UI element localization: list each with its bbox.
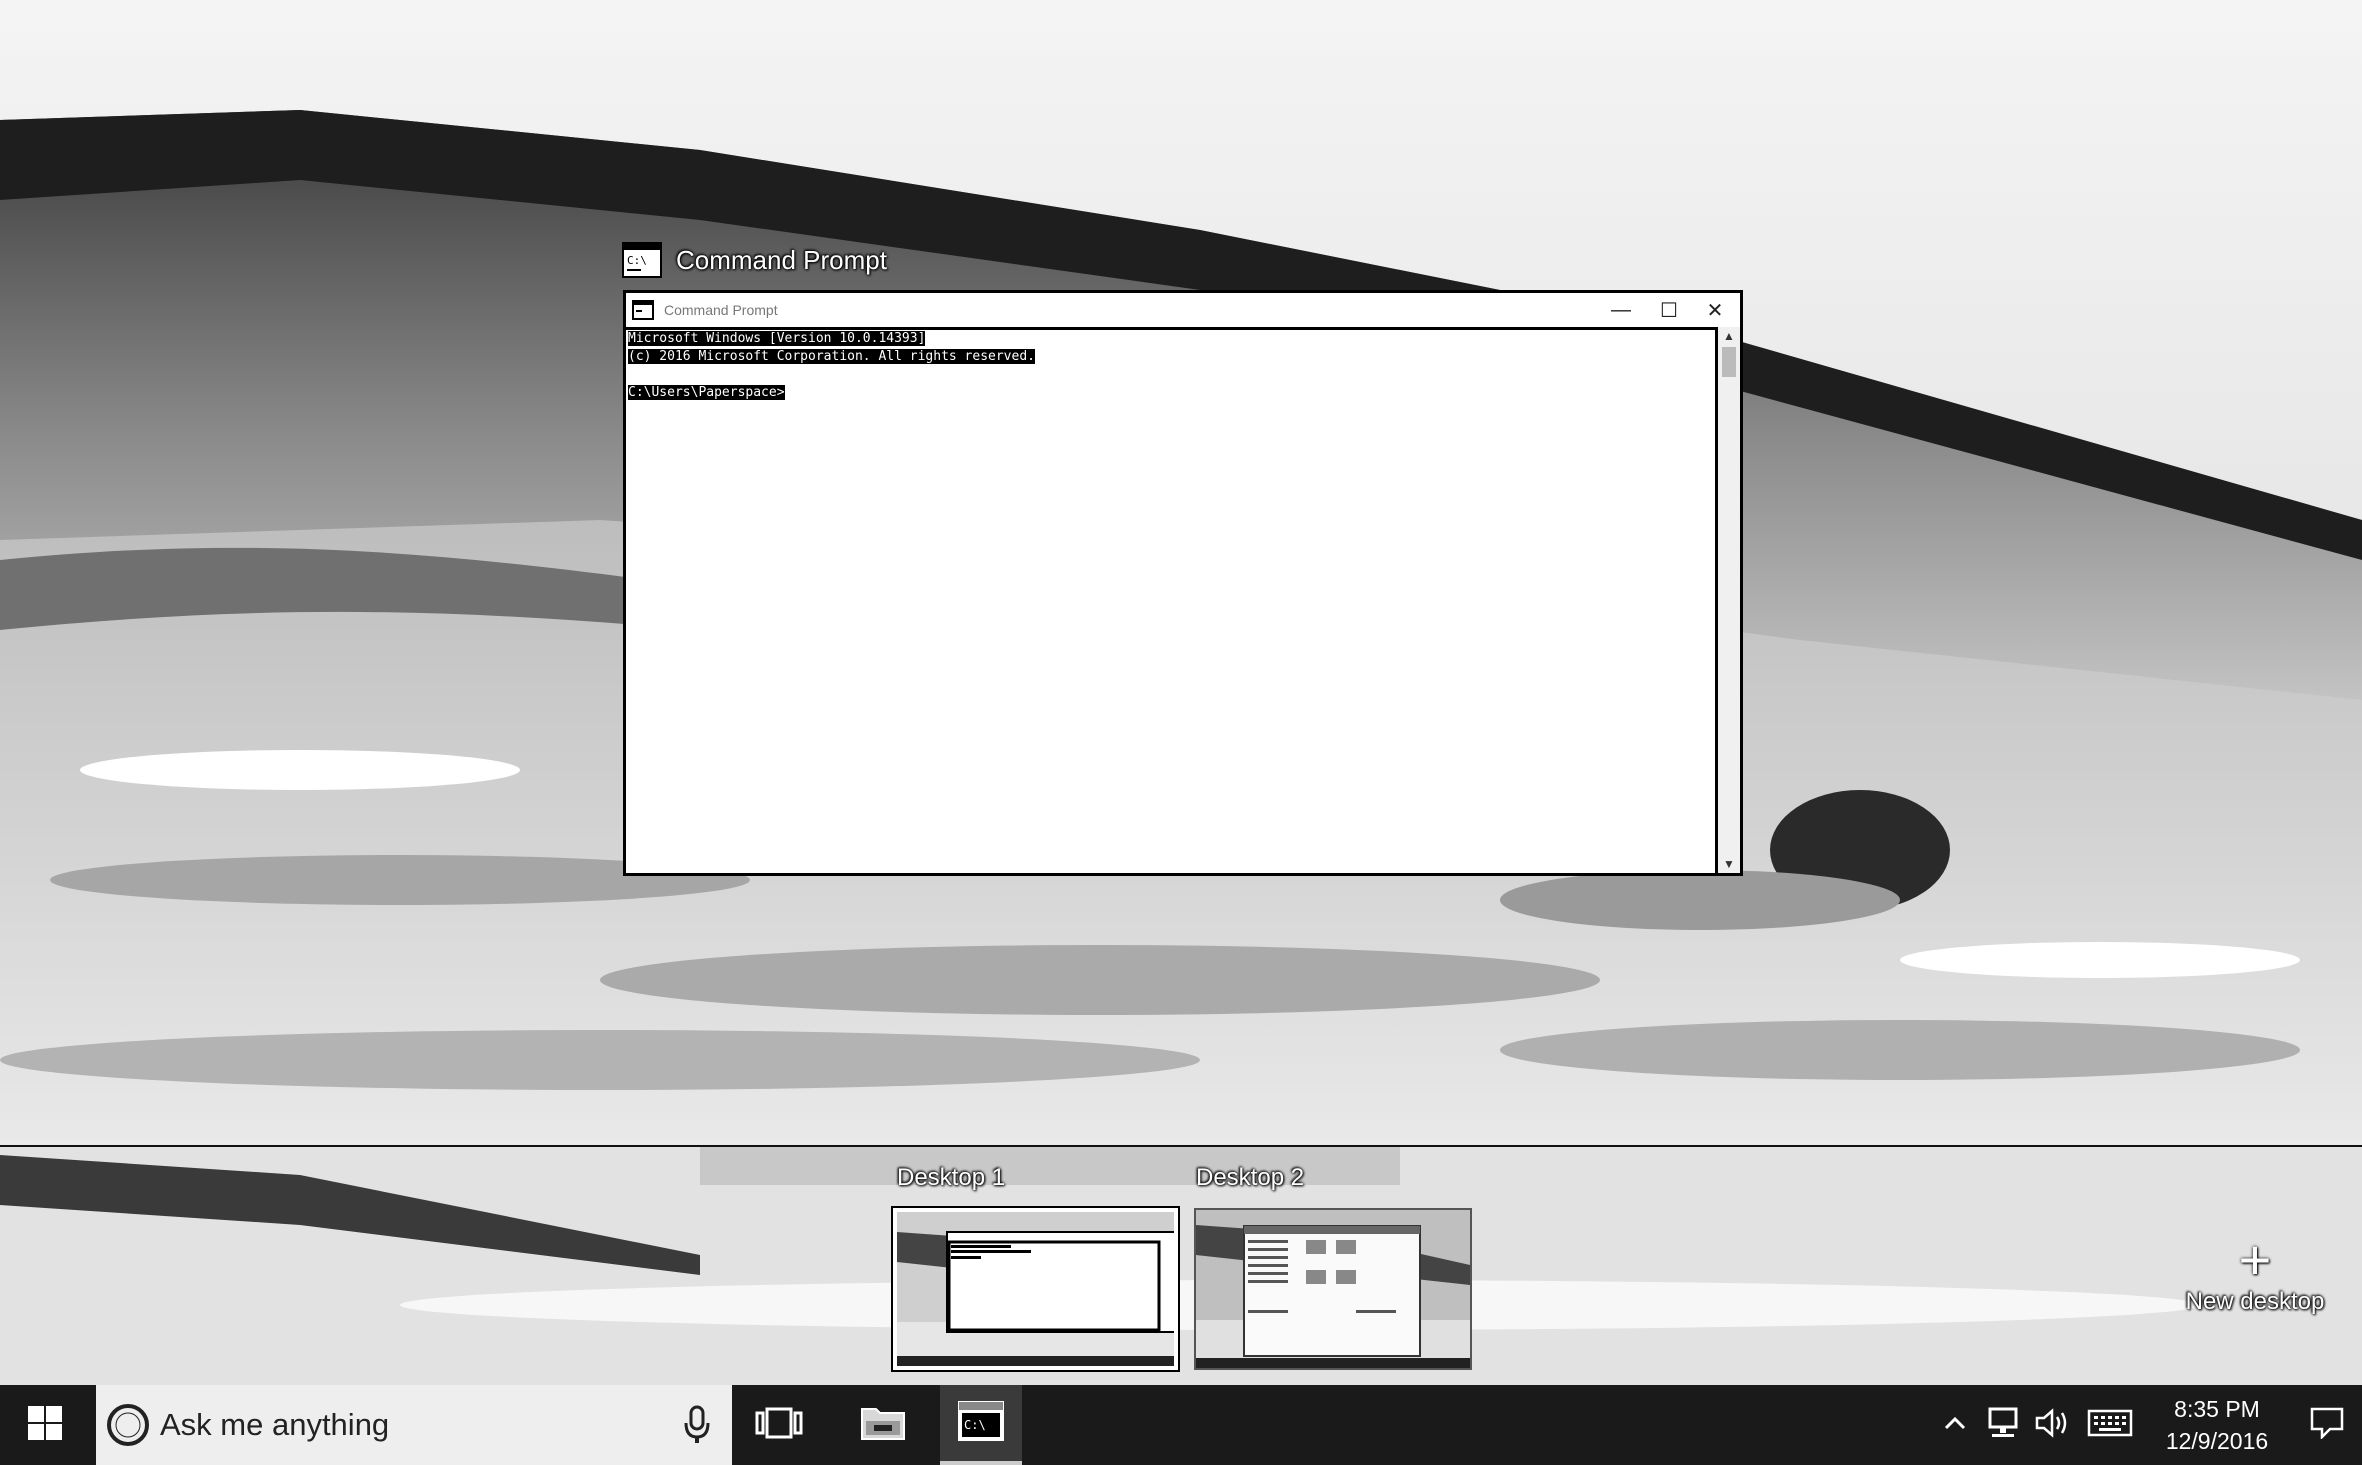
windows-start-icon [28, 1405, 62, 1445]
scrollbar-thumb[interactable] [1722, 347, 1736, 377]
taskbar-clock[interactable]: 8:35 PM 12/9/2016 [2142, 1393, 2292, 1457]
command-prompt-icon: C:\ [622, 242, 662, 278]
command-prompt-icon [632, 300, 654, 320]
start-button[interactable] [0, 1385, 90, 1465]
task-view-icon [755, 1407, 803, 1444]
desktop-2-label[interactable]: Desktop 2 [1196, 1164, 1304, 1192]
clock-time: 8:35 PM [2174, 1396, 2260, 1422]
minimize-icon: — [1611, 298, 1631, 321]
vertical-scrollbar[interactable]: ▲ ▼ [1718, 327, 1740, 873]
file-explorer-icon [860, 1403, 906, 1448]
close-icon: ✕ [1706, 299, 1724, 322]
keyboard-icon [2087, 1409, 2133, 1442]
desktop-1-label[interactable]: Desktop 1 [897, 1164, 1005, 1192]
cortana-icon [106, 1403, 150, 1447]
scroll-up-arrow-icon[interactable]: ▲ [1718, 327, 1740, 345]
desktop-1-preview [897, 1212, 1174, 1366]
command-prompt-taskbar-button[interactable]: C:\ [940, 1385, 1022, 1465]
strip-landscape [0, 1145, 2362, 1385]
chevron-up-icon [1944, 1416, 1966, 1435]
console-line-text: Microsoft Windows [Version 10.0.14393] [628, 331, 926, 346]
microphone-icon[interactable] [682, 1403, 712, 1447]
desktop-2-preview [1196, 1210, 1470, 1368]
file-explorer-taskbar-button[interactable] [846, 1385, 920, 1465]
new-desktop-label: New desktop [2185, 1288, 2325, 1315]
taskbar: Ask me anything C:\ 8:35 PM 12/9/2016 [0, 1385, 2362, 1465]
new-desktop-button[interactable]: + New desktop [2170, 1232, 2340, 1316]
task-view-button[interactable] [744, 1385, 814, 1465]
search-placeholder: Ask me anything [160, 1407, 390, 1442]
plus-icon: + [2238, 1228, 2272, 1291]
console-prompt-text: C:\Users\Paperspace> [628, 385, 785, 400]
maximize-button[interactable]: ☐ [1646, 293, 1692, 327]
system-tray: 8:35 PM 12/9/2016 [1932, 1385, 2362, 1465]
minimize-button[interactable]: — [1598, 293, 1644, 327]
volume-button[interactable] [2028, 1385, 2078, 1465]
task-view-strip-background [0, 1145, 2362, 1385]
window-title-bar[interactable]: Command Prompt — ☐ ✕ [626, 293, 1740, 327]
console-line-text: (c) 2016 Microsoft Corporation. All righ… [628, 349, 1035, 364]
command-prompt-icon: C:\ [958, 1400, 1004, 1446]
close-button[interactable]: ✕ [1692, 293, 1738, 327]
console-line: (c) 2016 Microsoft Corporation. All righ… [628, 348, 1715, 366]
command-prompt-window[interactable]: Command Prompt — ☐ ✕ Microsoft Windows [… [623, 290, 1743, 876]
desktop-2-thumbnail[interactable] [1194, 1208, 1472, 1370]
svg-text:C:\: C:\ [964, 1418, 986, 1432]
task-view-window-caption[interactable]: C:\ Command Prompt [622, 239, 887, 281]
scroll-down-arrow-icon[interactable]: ▼ [1718, 855, 1740, 873]
svg-text:C:\: C:\ [627, 254, 647, 267]
task-view-separator [0, 1145, 2362, 1147]
console-output[interactable]: Microsoft Windows [Version 10.0.14393] (… [626, 327, 1718, 873]
console-prompt-line: C:\Users\Paperspace> [628, 384, 1715, 402]
touch-keyboard-button[interactable] [2078, 1385, 2142, 1465]
window-caption-title: Command Prompt [676, 244, 887, 275]
network-button[interactable] [1978, 1385, 2028, 1465]
clock-date: 12/9/2016 [2165, 1428, 2269, 1454]
cortana-search-box[interactable]: Ask me anything [96, 1385, 732, 1465]
network-icon [1986, 1407, 2020, 1444]
window-title: Command Prompt [664, 302, 778, 318]
action-center-icon [2310, 1407, 2344, 1444]
show-hidden-icons-button[interactable] [1932, 1385, 1978, 1465]
console-line: Microsoft Windows [Version 10.0.14393] [628, 330, 1715, 348]
action-center-button[interactable] [2292, 1385, 2362, 1465]
maximize-icon: ☐ [1660, 299, 1678, 322]
desktop-1-thumbnail[interactable] [891, 1206, 1180, 1372]
volume-icon [2035, 1407, 2071, 1443]
